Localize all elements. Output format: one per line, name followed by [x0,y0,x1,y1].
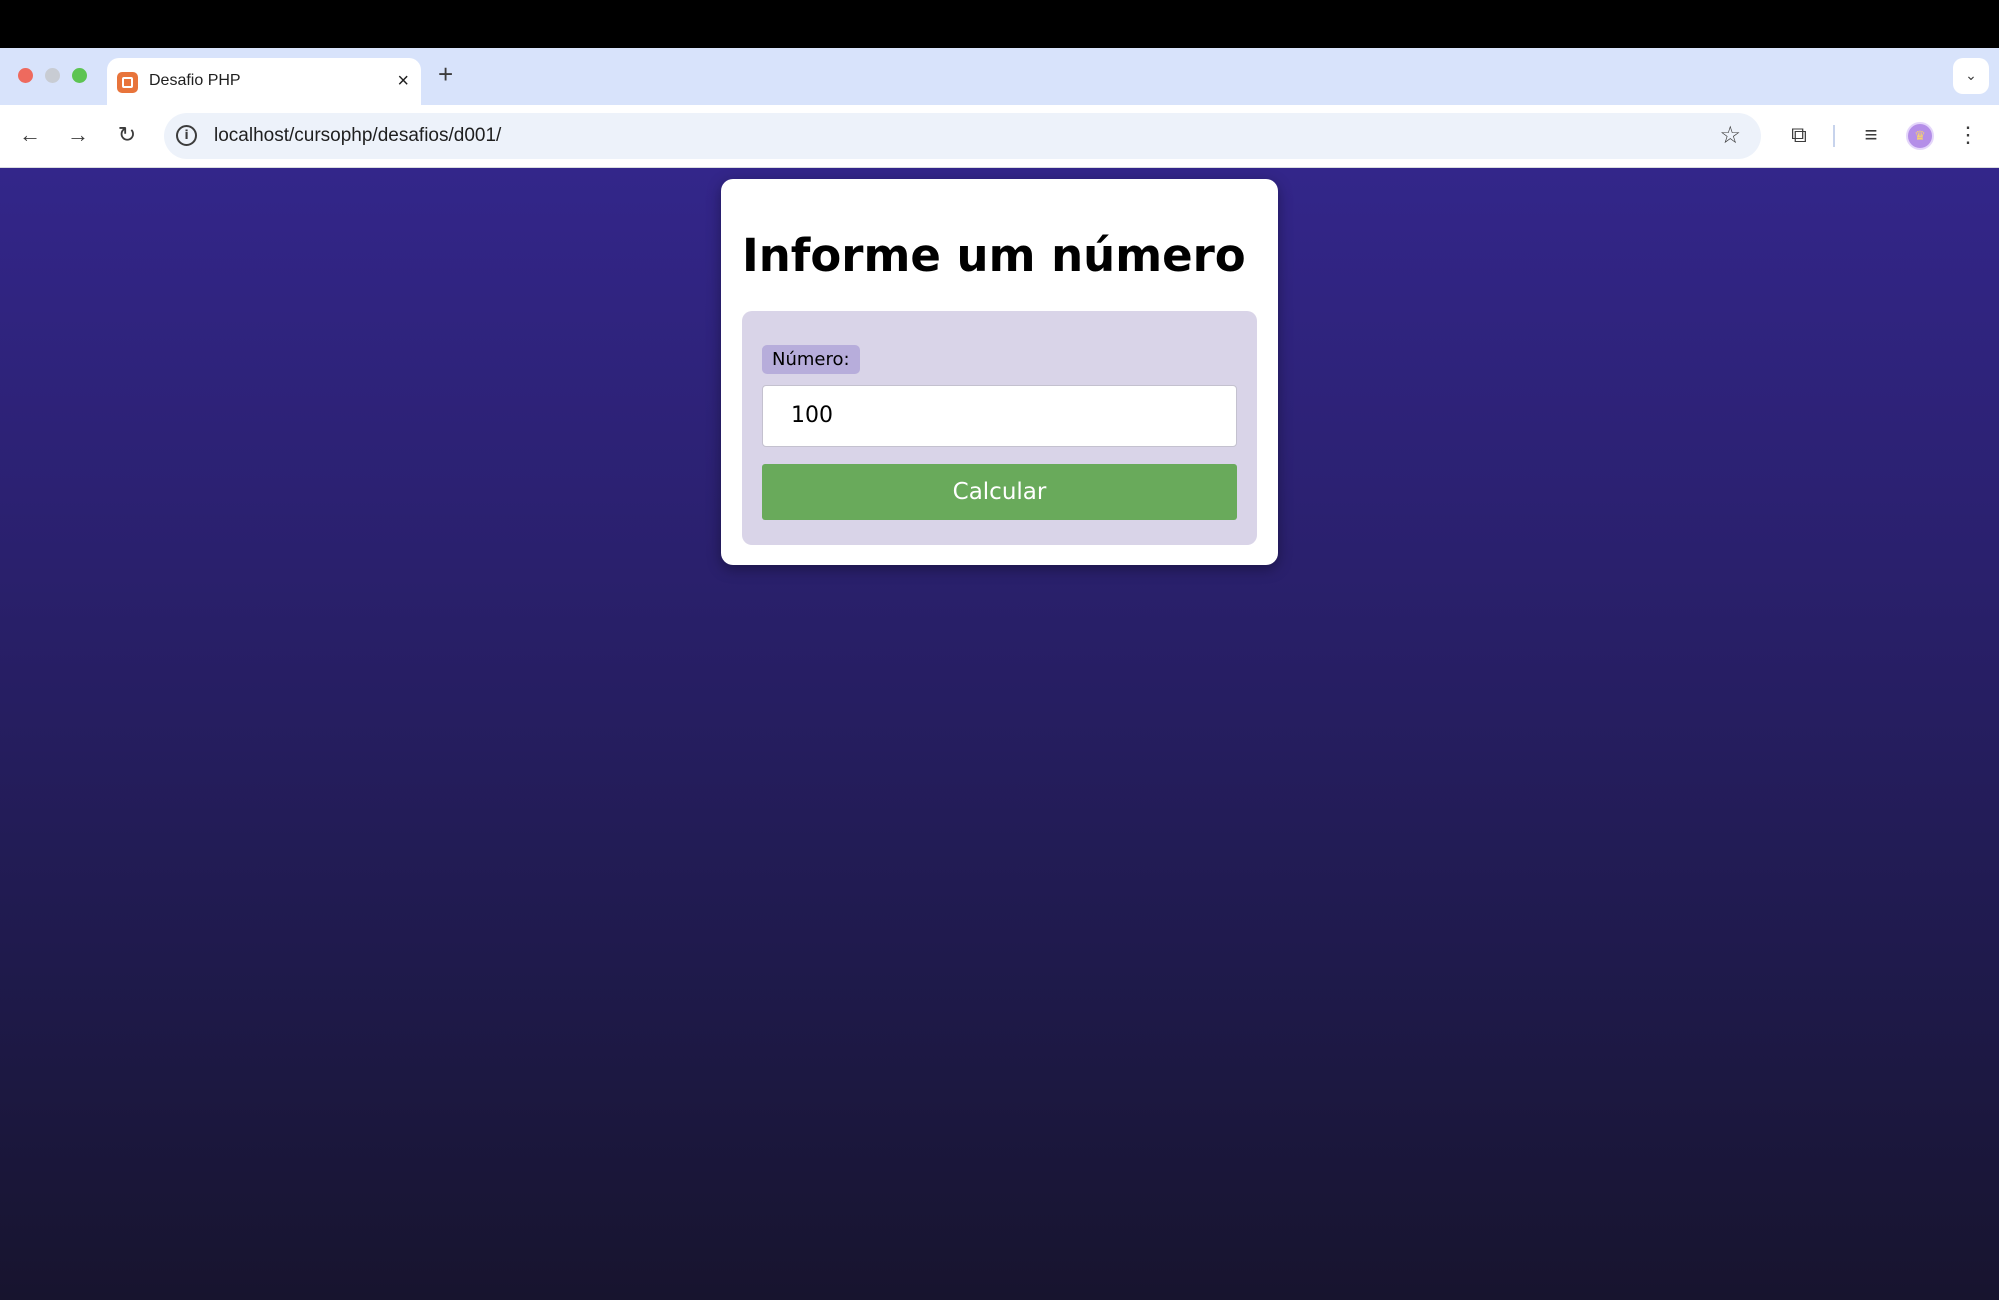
forward-arrow-icon[interactable]: → [62,119,94,151]
site-info-icon[interactable]: i [176,125,197,146]
bookmark-star-icon[interactable]: ☆ [1719,121,1741,150]
form-card: Informe um número Número: 100 Calcular [721,179,1278,565]
profile-avatar[interactable]: ♛ [1906,122,1934,150]
media-control-icon[interactable]: ≡ [1855,119,1887,151]
back-arrow-icon[interactable]: ← [14,119,46,151]
browser-menu-icon[interactable]: ⋮ [1952,119,1984,151]
reload-icon[interactable]: ↻ [111,119,143,151]
xampp-favicon-icon [117,72,138,93]
page-title: Informe um número [742,229,1246,282]
number-form: Número: 100 Calcular [742,311,1257,545]
tab-desafio-php[interactable]: Desafio PHP × [107,58,421,105]
extensions-puzzle-icon[interactable]: ⧉ [1783,119,1815,151]
minimize-window-button[interactable] [45,68,60,83]
page-viewport: Informe um número Número: 100 Calcular [0,168,1999,1300]
address-bar[interactable]: i localhost/cursophp/desafios/d001/ ☆ [164,113,1761,159]
tab-close-icon[interactable]: × [397,69,409,93]
number-label: Número: [762,345,860,374]
tab-strip: Desafio PHP × + ⌄ [0,48,1999,105]
number-input[interactable]: 100 [762,385,1237,447]
new-tab-button[interactable]: + [438,60,453,88]
maximize-window-button[interactable] [72,68,87,83]
window-top-bar [0,0,1999,48]
close-window-button[interactable] [18,68,33,83]
tab-title: Desafio PHP [149,72,241,89]
url-text[interactable]: localhost/cursophp/desafios/d001/ [214,125,501,147]
browser-toolbar: ← → ↻ i localhost/cursophp/desafios/d001… [0,105,1999,168]
calcular-button[interactable]: Calcular [762,464,1237,520]
toolbar-divider [1833,125,1835,147]
tab-search-chevron-icon[interactable]: ⌄ [1953,58,1989,94]
